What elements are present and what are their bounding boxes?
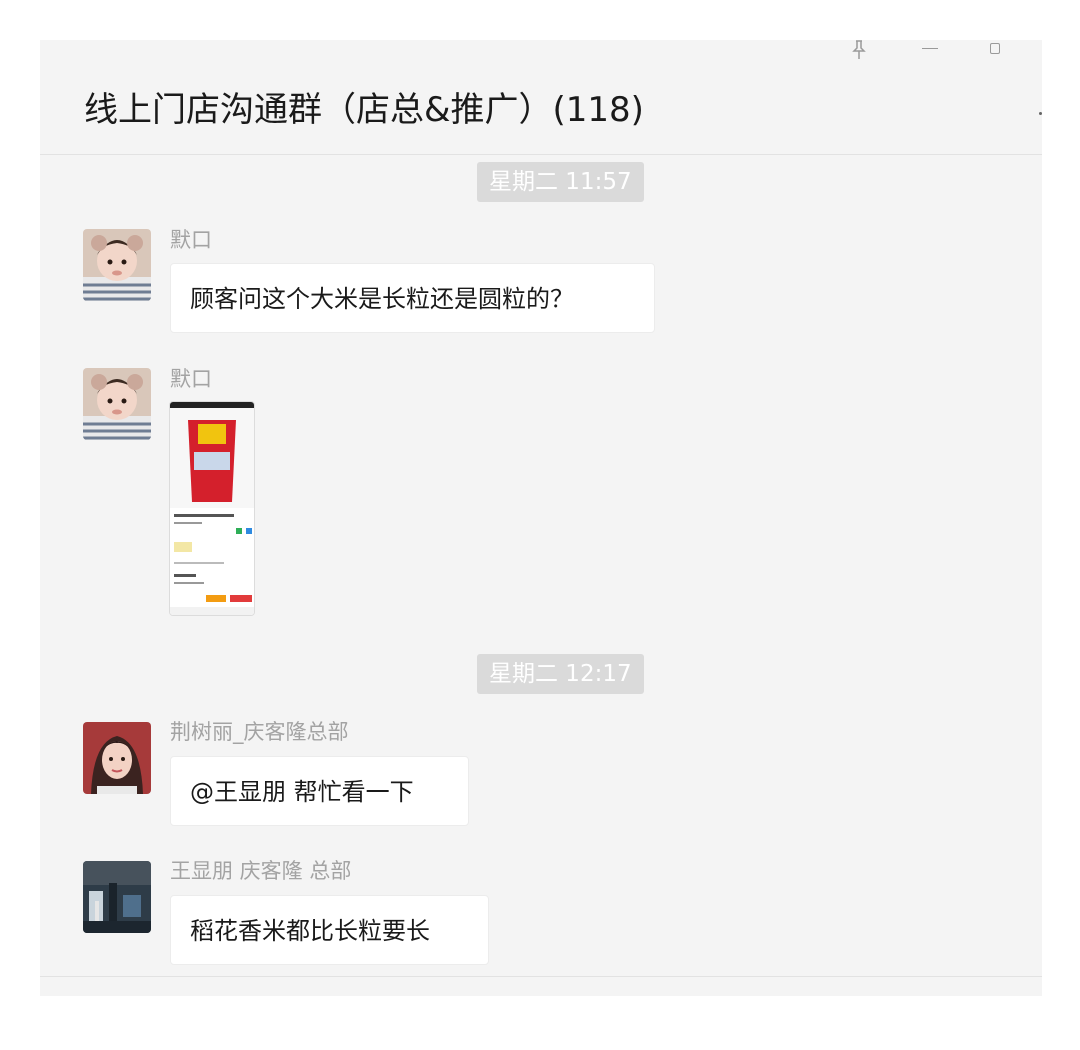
message-bubble[interactable]: 稻花香米都比长粒要长: [170, 895, 489, 965]
timestamp-divider: 星期二 11:57: [477, 162, 644, 202]
chat-title: 线上门店沟通群（店总&推广）(118): [84, 90, 644, 130]
sender-name: 王显朋 庆客隆 总部: [170, 859, 352, 883]
baby-avatar[interactable]: [83, 229, 151, 301]
maximize-icon[interactable]: [990, 43, 1000, 54]
input-divider: [40, 976, 1042, 977]
chat-header: 线上门店沟通群（店总&推广）(118): [40, 40, 1042, 155]
sender-name: 默口: [170, 228, 212, 252]
sender-name: 荆树丽_庆客隆总部: [170, 720, 349, 744]
sender-name: 默口: [170, 367, 212, 391]
woman-avatar[interactable]: [83, 722, 151, 794]
message-bubble[interactable]: @王显朋 帮忙看一下: [170, 756, 469, 826]
minimize-icon[interactable]: [922, 48, 938, 49]
baby-avatar[interactable]: [83, 368, 151, 440]
message-bubble[interactable]: 顾客问这个大米是长粒还是圆粒的？: [170, 263, 655, 333]
more-icon[interactable]: [1039, 112, 1042, 115]
pin-icon[interactable]: [852, 40, 866, 60]
chat-window: 线上门店沟通群（店总&推广）(118) 星期二 11:57 默口 顾客问这个大米…: [40, 40, 1042, 996]
photo-avatar[interactable]: [83, 861, 151, 933]
product-screenshot-thumbnail[interactable]: [169, 401, 255, 616]
timestamp-divider: 星期二 12:17: [477, 654, 644, 694]
